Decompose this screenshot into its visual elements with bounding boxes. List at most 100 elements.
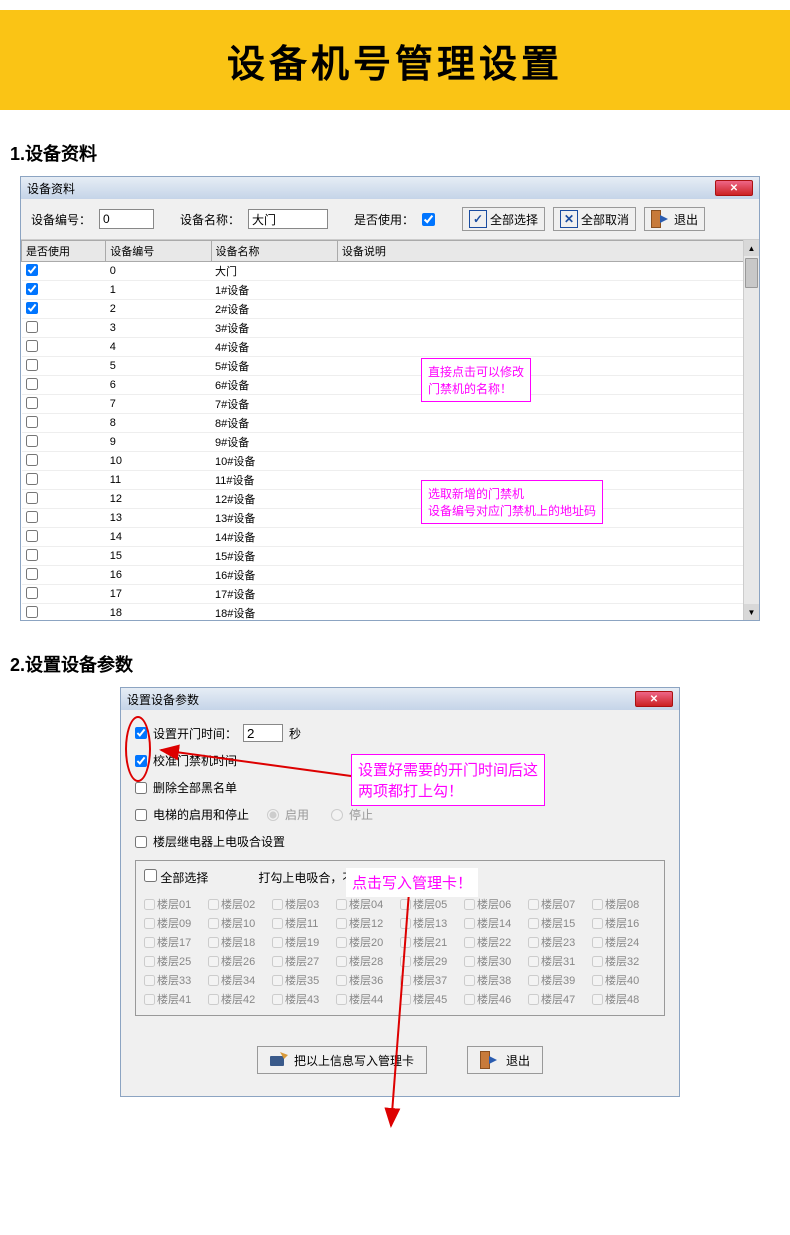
table-row[interactable]: 0大门 — [22, 262, 759, 281]
row-desc[interactable] — [337, 281, 758, 300]
row-desc[interactable] — [337, 414, 758, 433]
table-row[interactable]: 99#设备 — [22, 433, 759, 452]
floor-checkbox[interactable] — [336, 956, 347, 967]
vertical-scrollbar[interactable]: ▲ ▼ — [743, 240, 759, 620]
floor-checkbox[interactable] — [144, 937, 155, 948]
row-desc[interactable] — [337, 604, 758, 621]
row-use-checkbox[interactable] — [26, 587, 38, 599]
row-use-checkbox[interactable] — [26, 492, 38, 504]
floor-checkbox[interactable] — [336, 975, 347, 986]
row-use-checkbox[interactable] — [26, 321, 38, 333]
floor-checkbox[interactable] — [400, 994, 411, 1005]
table-row[interactable]: 33#设备 — [22, 319, 759, 338]
floor-checkbox[interactable] — [272, 918, 283, 929]
row-desc[interactable] — [337, 585, 758, 604]
floor-checkbox[interactable] — [208, 918, 219, 929]
exit-button[interactable]: 退出 — [644, 207, 705, 231]
close-icon[interactable]: ✕ — [635, 691, 673, 707]
deselect-all-button[interactable]: ✕ 全部取消 — [553, 207, 636, 231]
floor-checkbox[interactable] — [464, 937, 475, 948]
close-icon[interactable]: ✕ — [715, 180, 753, 196]
floor-checkbox[interactable] — [592, 937, 603, 948]
row-name[interactable]: 大门 — [211, 262, 337, 281]
floor-checkbox[interactable] — [144, 918, 155, 929]
table-row[interactable]: 1313#设备 — [22, 509, 759, 528]
row-use-checkbox[interactable] — [26, 378, 38, 390]
row-name[interactable]: 11#设备 — [211, 471, 337, 490]
floor-checkbox[interactable] — [272, 994, 283, 1005]
table-row[interactable]: 44#设备 — [22, 338, 759, 357]
row-desc[interactable] — [337, 566, 758, 585]
floor-checkbox[interactable] — [400, 975, 411, 986]
relay-checkbox[interactable] — [135, 836, 147, 848]
row-desc[interactable] — [337, 528, 758, 547]
row-desc[interactable] — [337, 395, 758, 414]
row-use-checkbox[interactable] — [26, 416, 38, 428]
scrollbar-thumb[interactable] — [745, 258, 758, 288]
row-use-checkbox[interactable] — [26, 302, 38, 314]
floor-checkbox[interactable] — [144, 975, 155, 986]
table-row[interactable]: 1010#设备 — [22, 452, 759, 471]
column-header[interactable]: 设备说明 — [337, 241, 758, 262]
scroll-up-icon[interactable]: ▲ — [744, 240, 759, 256]
floor-checkbox[interactable] — [464, 899, 475, 910]
floor-checkbox[interactable] — [464, 994, 475, 1005]
floor-checkbox[interactable] — [592, 956, 603, 967]
floor-checkbox[interactable] — [336, 918, 347, 929]
floor-checkbox[interactable] — [272, 937, 283, 948]
row-name[interactable]: 18#设备 — [211, 604, 337, 621]
floor-checkbox[interactable] — [144, 994, 155, 1005]
exit-button[interactable]: 退出 — [467, 1046, 543, 1074]
row-desc[interactable] — [337, 357, 758, 376]
floor-checkbox[interactable] — [528, 899, 539, 910]
row-use-checkbox[interactable] — [26, 511, 38, 523]
row-use-checkbox[interactable] — [26, 340, 38, 352]
row-desc[interactable] — [337, 376, 758, 395]
table-row[interactable]: 66#设备 — [22, 376, 759, 395]
table-row[interactable]: 1414#设备 — [22, 528, 759, 547]
floor-checkbox[interactable] — [272, 956, 283, 967]
select-all-button[interactable]: ✓ 全部选择 — [462, 207, 545, 231]
row-use-checkbox[interactable] — [26, 473, 38, 485]
column-header[interactable]: 设备编号 — [106, 241, 211, 262]
table-row[interactable]: 1717#设备 — [22, 585, 759, 604]
row-use-checkbox[interactable] — [26, 549, 38, 561]
table-row[interactable]: 88#设备 — [22, 414, 759, 433]
floor-checkbox[interactable] — [208, 899, 219, 910]
row-desc[interactable] — [337, 300, 758, 319]
table-row[interactable]: 1212#设备 — [22, 490, 759, 509]
calibrate-checkbox[interactable] — [135, 755, 147, 767]
table-row[interactable]: 1111#设备 — [22, 471, 759, 490]
floor-checkbox[interactable] — [400, 956, 411, 967]
row-name[interactable]: 16#设备 — [211, 566, 337, 585]
row-name[interactable]: 17#设备 — [211, 585, 337, 604]
floor-checkbox[interactable] — [528, 975, 539, 986]
floor-checkbox[interactable] — [208, 975, 219, 986]
row-name[interactable]: 2#设备 — [211, 300, 337, 319]
table-row[interactable]: 1818#设备 — [22, 604, 759, 621]
row-name[interactable]: 14#设备 — [211, 528, 337, 547]
floor-checkbox[interactable] — [208, 937, 219, 948]
floor-checkbox[interactable] — [208, 956, 219, 967]
row-name[interactable]: 3#设备 — [211, 319, 337, 338]
row-name[interactable]: 6#设备 — [211, 376, 337, 395]
device-name-input[interactable] — [248, 209, 328, 229]
floor-checkbox[interactable] — [528, 918, 539, 929]
floor-checkbox[interactable] — [400, 899, 411, 910]
row-use-checkbox[interactable] — [26, 359, 38, 371]
row-use-checkbox[interactable] — [26, 397, 38, 409]
floor-checkbox[interactable] — [208, 994, 219, 1005]
row-desc[interactable] — [337, 338, 758, 357]
enable-radio[interactable] — [267, 809, 279, 821]
row-name[interactable]: 1#设备 — [211, 281, 337, 300]
row-name[interactable]: 12#设备 — [211, 490, 337, 509]
row-use-checkbox[interactable] — [26, 568, 38, 580]
device-no-input[interactable] — [99, 209, 154, 229]
floor-checkbox[interactable] — [144, 899, 155, 910]
scroll-down-icon[interactable]: ▼ — [744, 604, 759, 620]
floor-checkbox[interactable] — [464, 975, 475, 986]
row-desc[interactable] — [337, 433, 758, 452]
floor-checkbox[interactable] — [400, 918, 411, 929]
row-use-checkbox[interactable] — [26, 606, 38, 618]
open-time-input[interactable] — [243, 724, 283, 742]
